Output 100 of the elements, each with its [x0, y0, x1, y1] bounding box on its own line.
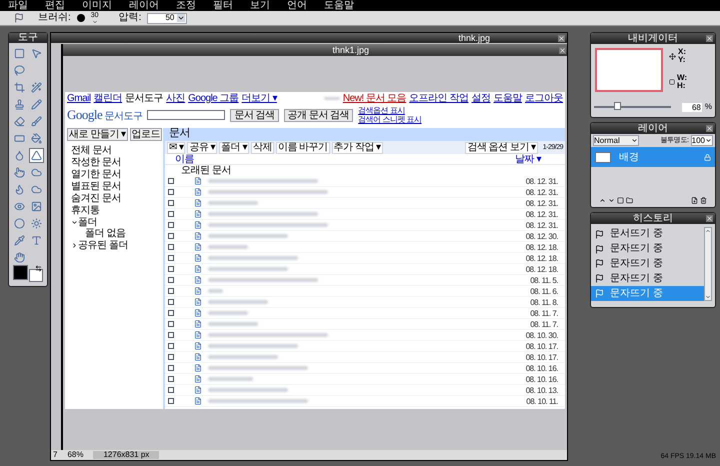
row-checkbox[interactable]	[168, 189, 174, 195]
up-icon[interactable]	[599, 197, 606, 204]
row-checkbox[interactable]	[168, 310, 174, 316]
row-checkbox[interactable]	[168, 277, 174, 283]
opacity-dropdown[interactable]: 100	[690, 135, 713, 146]
tool-button[interactable]	[29, 216, 44, 231]
row-checkbox[interactable]	[168, 398, 174, 404]
history-item[interactable]: 문자뜨기 중	[591, 271, 704, 286]
close-icon[interactable]	[706, 35, 713, 42]
view-options-button[interactable]: 검색 옵션 보기 ▾	[465, 142, 538, 154]
sidebar-subitem[interactable]: 폴더 없음	[71, 228, 161, 239]
tool-button[interactable]	[29, 80, 44, 95]
tool-button[interactable]	[29, 199, 44, 214]
expand-icon[interactable]	[71, 242, 78, 249]
tool-button[interactable]	[12, 63, 27, 78]
row-checkbox[interactable]	[168, 365, 174, 371]
search-field[interactable]	[147, 110, 226, 120]
mask-icon[interactable]	[617, 197, 624, 204]
action-button[interactable]: 삭제	[250, 142, 274, 154]
tool-button[interactable]	[12, 46, 27, 61]
row-checkbox[interactable]	[168, 376, 174, 382]
new-layer-icon[interactable]	[691, 197, 698, 204]
menu-item[interactable]: 레이어	[129, 0, 159, 10]
tool-button[interactable]	[12, 80, 27, 95]
sidebar-item[interactable]: 열기한 문서	[71, 169, 121, 180]
scroll-down-icon[interactable]	[705, 294, 711, 300]
secondary-color-swatch[interactable]	[29, 269, 43, 282]
action-button[interactable]: 폴더 ▾	[219, 142, 249, 154]
account-link[interactable]: 도움말	[494, 92, 522, 104]
menu-item[interactable]: 필터	[213, 0, 233, 10]
folder-icon[interactable]	[626, 197, 633, 204]
tool-button[interactable]	[29, 148, 44, 163]
tool-button[interactable]	[29, 114, 44, 129]
primary-color-swatch[interactable]	[13, 265, 28, 280]
top-link[interactable]: Google 그룹	[188, 92, 239, 104]
sidebar-item[interactable]: 폴더	[78, 217, 97, 228]
zoom-field[interactable]: 68	[682, 102, 702, 112]
top-link[interactable]: 문서도구	[125, 92, 164, 104]
sidebar-item[interactable]: 공유된 폴더	[78, 240, 128, 251]
menu-item[interactable]: 언어	[287, 0, 307, 10]
history-item[interactable]: 문자뜨기 중	[591, 256, 704, 272]
swap-icon[interactable]	[35, 265, 42, 272]
action-button[interactable]: 추가 작업 ▾	[332, 142, 383, 154]
menu-item[interactable]: 파일	[8, 0, 28, 10]
account-link[interactable]: 오프라인 작업	[409, 92, 468, 104]
row-checkbox[interactable]	[168, 233, 174, 239]
row-checkbox[interactable]	[168, 200, 174, 206]
menu-item[interactable]: 도움말	[324, 0, 354, 10]
row-checkbox[interactable]	[168, 244, 174, 250]
scroll-up-icon[interactable]	[705, 228, 711, 234]
close-icon[interactable]	[706, 125, 713, 132]
action-button[interactable]: ✉ ▾	[167, 142, 186, 154]
search-link[interactable]: 검색어 스니펫 표시	[358, 115, 422, 124]
sidebar-item[interactable]: 별표된 문서	[71, 181, 121, 192]
menu-item[interactable]: 편집	[45, 0, 65, 10]
scrollbar[interactable]	[704, 227, 712, 301]
top-link[interactable]: Gmail	[67, 92, 91, 104]
row-checkbox[interactable]	[168, 266, 174, 272]
menu-item[interactable]: 보기	[250, 0, 270, 10]
tool-button[interactable]	[12, 233, 27, 248]
sidebar-item[interactable]: 작성한 문서	[71, 157, 121, 168]
expand-icon[interactable]	[71, 219, 78, 226]
tool-button[interactable]	[29, 131, 44, 146]
search-link[interactable]: 검색옵션 표시	[358, 106, 422, 115]
upload-button[interactable]: 업로드	[130, 128, 162, 141]
row-checkbox[interactable]	[168, 387, 174, 393]
row-checkbox[interactable]	[168, 211, 174, 217]
menu-item[interactable]: 이미지	[82, 0, 112, 10]
sidebar-item[interactable]: 휴지통	[71, 205, 100, 216]
tool-button[interactable]	[29, 97, 44, 112]
row-checkbox[interactable]	[168, 288, 174, 294]
close-icon[interactable]	[559, 46, 566, 54]
tool-button[interactable]	[12, 216, 27, 231]
row-checkbox[interactable]	[168, 343, 174, 349]
row-checkbox[interactable]	[168, 354, 174, 360]
account-link[interactable]: 설정	[472, 92, 490, 104]
action-button[interactable]: 공유 ▾	[187, 142, 218, 154]
row-checkbox[interactable]	[168, 178, 174, 184]
down-icon[interactable]	[608, 197, 615, 204]
top-link[interactable]: 캘린더	[94, 92, 122, 104]
top-link[interactable]: 사진	[166, 92, 186, 104]
row-checkbox[interactable]	[168, 332, 174, 338]
trash-icon[interactable]	[700, 197, 707, 204]
close-icon[interactable]	[558, 34, 565, 42]
pressure-dropdown[interactable]: 50	[147, 12, 188, 24]
top-link[interactable]: 더보기 ▾	[242, 92, 277, 104]
row-checkbox[interactable]	[168, 255, 174, 261]
row-checkbox[interactable]	[168, 299, 174, 305]
menu-item[interactable]: 조정	[176, 0, 196, 10]
tool-button[interactable]	[12, 165, 27, 180]
history-item[interactable]: 문자뜨기 중	[591, 242, 704, 257]
search-button[interactable]: 문서 검색	[230, 108, 279, 122]
close-icon[interactable]	[706, 215, 713, 222]
blend-dropdown[interactable]: Normal	[593, 135, 639, 146]
sidebar-item[interactable]: 전체 문서	[71, 145, 112, 156]
search-button[interactable]: 공개 문서 검색	[284, 108, 354, 122]
account-link[interactable]: New! 문서 모음	[342, 92, 406, 104]
slider-thumb[interactable]	[614, 102, 622, 110]
new-button[interactable]: 새로 만들기 ▾	[67, 128, 128, 141]
row-checkbox[interactable]	[168, 222, 174, 228]
